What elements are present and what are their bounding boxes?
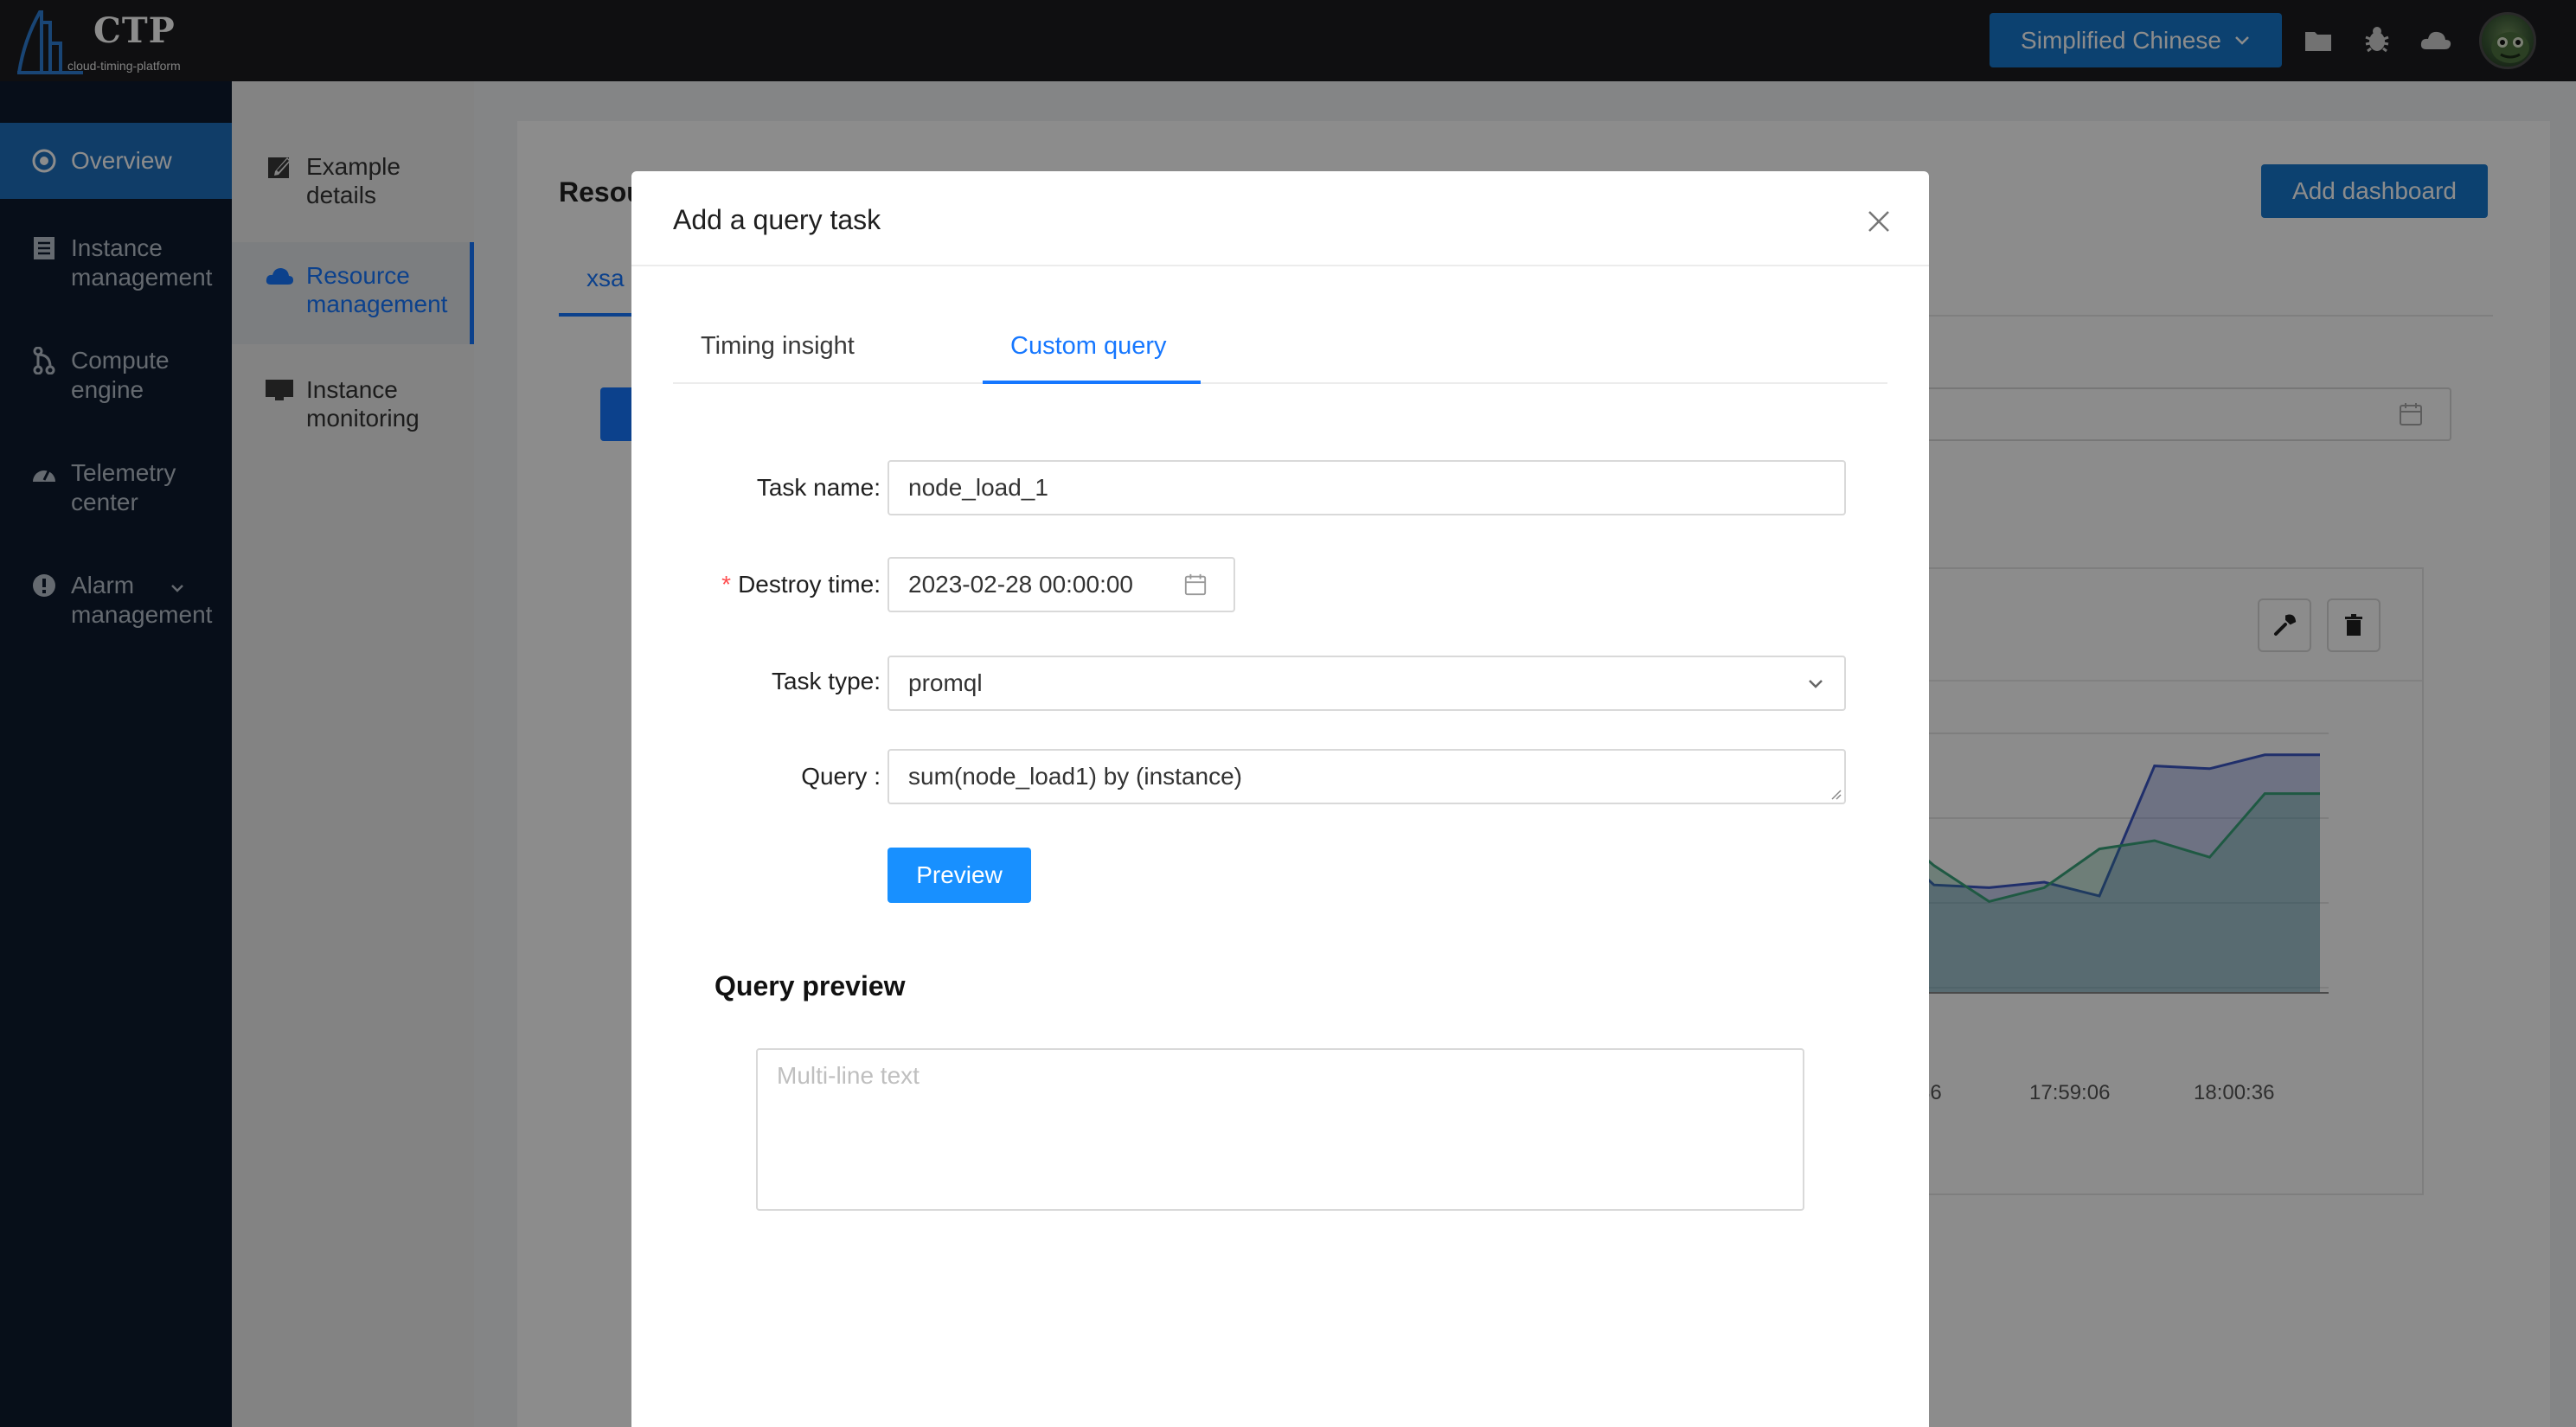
close-button[interactable] <box>1863 206 1894 237</box>
preview-button[interactable]: Preview <box>888 848 1031 903</box>
query-label: Query : <box>801 763 881 790</box>
close-icon <box>1868 211 1889 232</box>
tabs-divider <box>673 382 1887 384</box>
resize-handle-icon[interactable] <box>1829 787 1842 801</box>
add-query-task-dialog: Add a query task Timing insight Custom q… <box>631 171 1929 1427</box>
task-type-select[interactable]: promql <box>888 656 1846 711</box>
query-value: sum(node_load1) by (instance) <box>908 763 1242 790</box>
task-name-label: Task name: <box>756 474 881 501</box>
query-preview-title: Query preview <box>714 970 906 1001</box>
task-type-value: promql <box>908 669 983 696</box>
destroy-time-value: 2023-02-28 00:00:00 <box>908 571 1133 598</box>
task-name-input[interactable] <box>908 474 1844 502</box>
task-type-label: Task type: <box>771 668 881 694</box>
query-type-tabs: Timing insight Custom query <box>673 318 1887 384</box>
required-mark: * <box>721 571 732 598</box>
query-preview-textarea[interactable] <box>777 1062 1784 1197</box>
query-preview-box[interactable] <box>756 1048 1804 1211</box>
dialog-title: Add a query task <box>673 204 881 235</box>
destroy-time-label: * Destroy time: <box>721 571 881 598</box>
query-textarea[interactable]: sum(node_load1) by (instance) <box>888 749 1846 804</box>
dialog-header-divider <box>631 265 1929 266</box>
chevron-down-icon <box>1809 680 1823 688</box>
active-tab-indicator <box>983 381 1201 384</box>
destroy-time-picker[interactable]: 2023-02-28 00:00:00 <box>888 557 1235 612</box>
tab-custom-query[interactable]: Custom query <box>1010 332 1167 361</box>
task-name-field[interactable] <box>888 460 1846 515</box>
tab-timing-insight[interactable]: Timing insight <box>701 332 855 361</box>
calendar-icon <box>1184 573 1207 596</box>
